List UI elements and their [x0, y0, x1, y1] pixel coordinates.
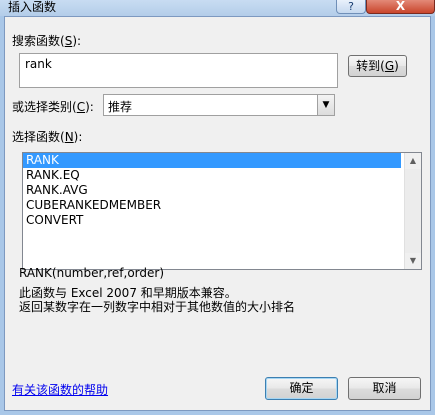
dialog-body: 搜索函数(S): rank 转到(G) 或选择类别(C): 推荐 ▼ 选择函数(… [4, 16, 431, 411]
function-list-label: 选择函数(N): [12, 130, 83, 144]
ok-button[interactable]: 确定 [265, 377, 338, 400]
function-listbox[interactable]: RANK RANK.EQ RANK.AVG CUBERANKEDMEMBER CONVE… [22, 152, 422, 270]
go-button[interactable]: 转到(G) [348, 55, 407, 77]
category-select[interactable]: 推荐 ▼ [103, 94, 335, 116]
search-input[interactable]: rank [19, 53, 338, 88]
function-list-item[interactable]: RANK.EQ [23, 168, 401, 183]
close-button[interactable]: X [366, 0, 435, 14]
function-list-item[interactable]: CUBERANKEDMEMBER [23, 198, 401, 213]
function-list-item[interactable]: RANK [23, 153, 401, 168]
vertical-scrollbar[interactable]: ▲ ▼ [404, 153, 421, 269]
category-label: 或选择类别(C): [12, 100, 94, 114]
description-line-2: 返回某数字在一列数字中相对于其他数值的大小排名 [19, 300, 296, 314]
window-title: 插入函数 [8, 0, 57, 14]
function-help-link[interactable]: 有关该函数的帮助 [12, 381, 108, 398]
title-bar: 插入函数 ? X [0, 0, 435, 16]
help-button[interactable]: ? [336, 0, 366, 14]
chevron-down-icon[interactable]: ▼ [317, 95, 334, 115]
function-syntax: RANK(number,ref,order) [19, 266, 165, 280]
cancel-button[interactable]: 取消 [348, 377, 421, 400]
scroll-up-icon[interactable]: ▲ [405, 153, 421, 169]
scroll-down-icon[interactable]: ▼ [405, 253, 421, 269]
function-list-item[interactable]: RANK.AVG [23, 183, 401, 198]
category-selected-value: 推荐 [108, 100, 133, 114]
function-list-item[interactable]: CONVERT [23, 213, 401, 228]
search-label: 搜索函数(S): [12, 34, 82, 48]
